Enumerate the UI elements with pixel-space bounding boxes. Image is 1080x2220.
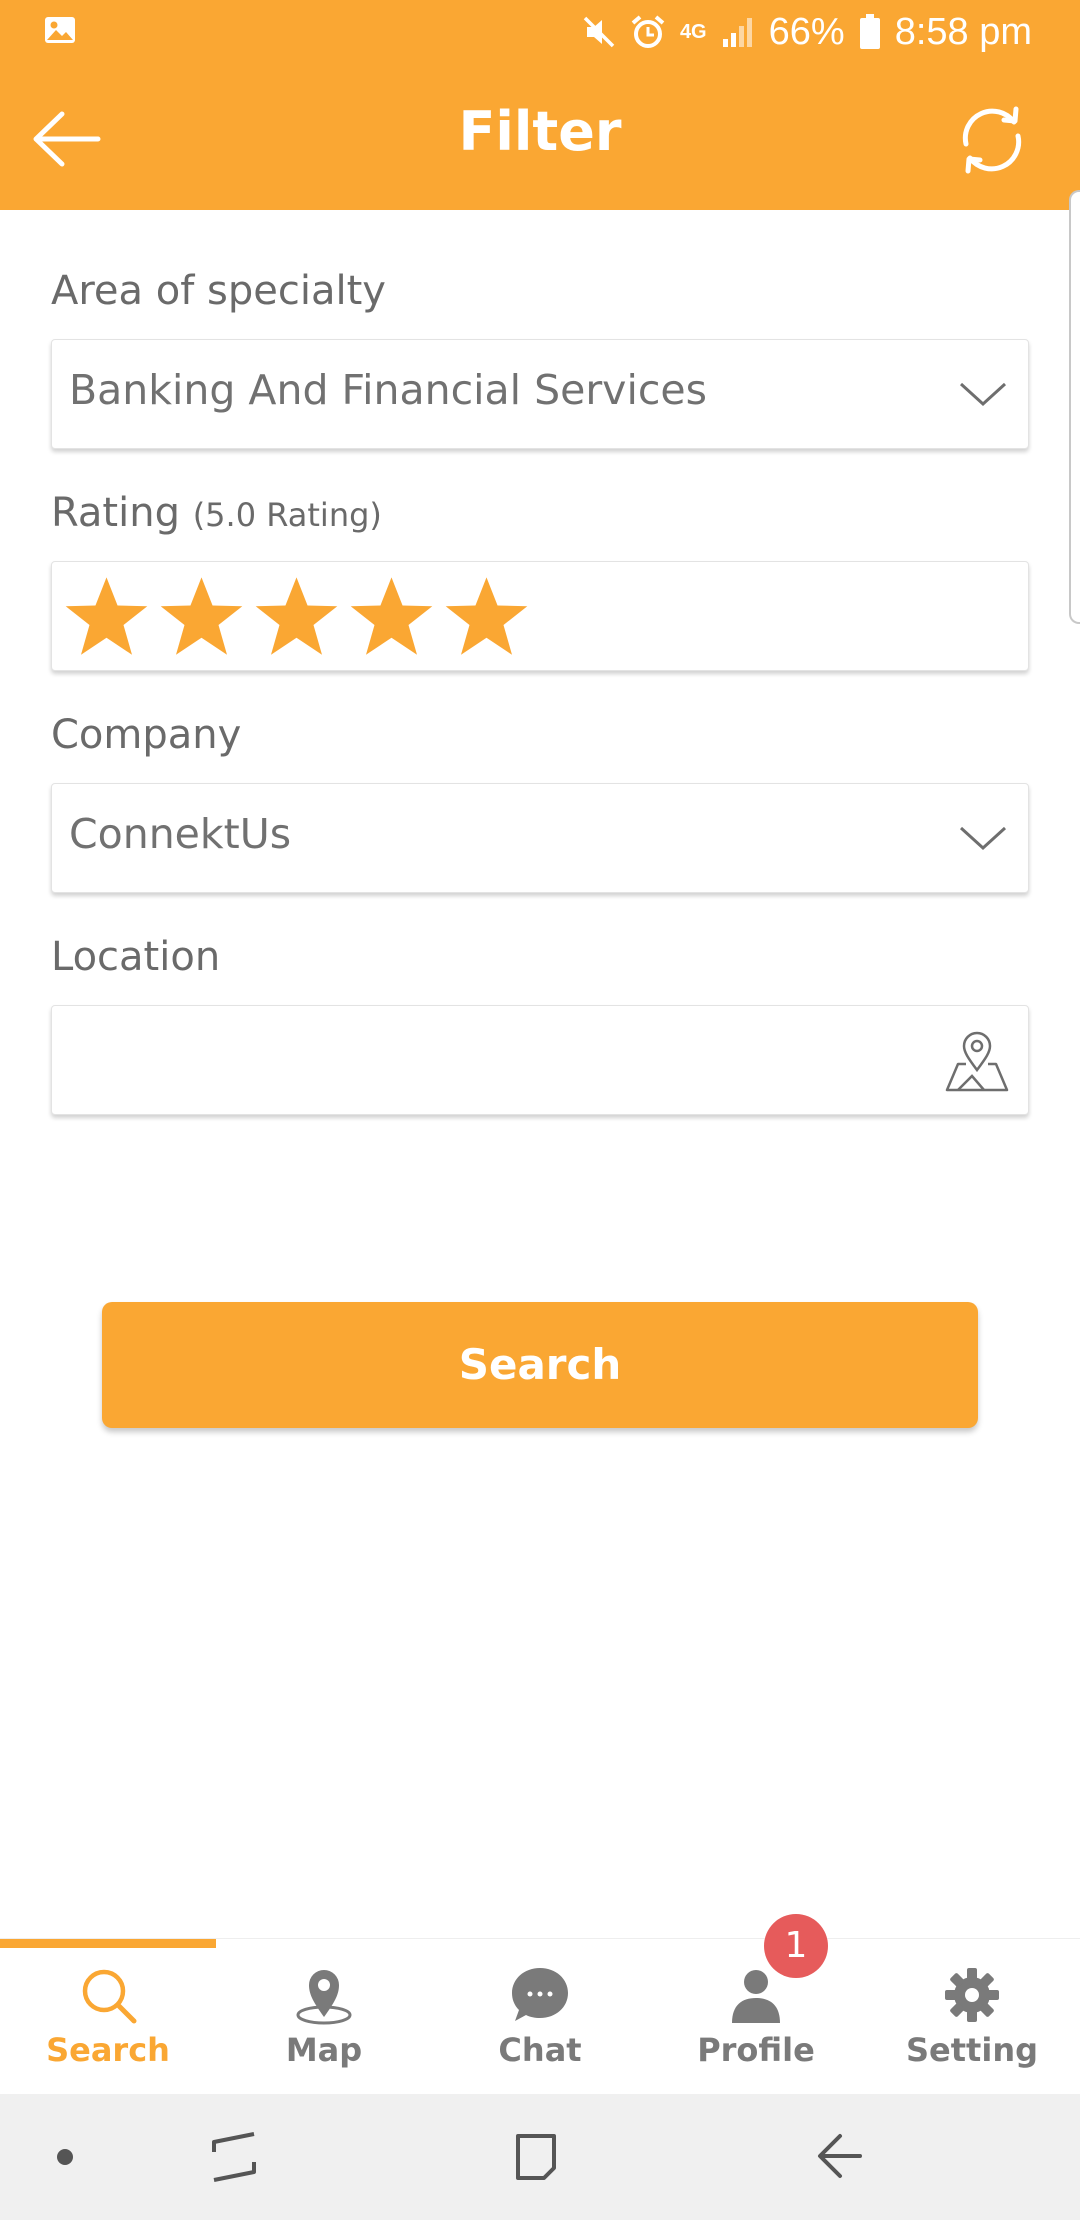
nav-item-map[interactable]: Map (216, 1939, 432, 2095)
chevron-down-icon (959, 826, 1007, 851)
status-bar: 4G 66% 8:58 pm (0, 0, 1080, 64)
home-square-icon[interactable] (512, 2130, 560, 2182)
system-nav-bar (0, 2094, 1080, 2220)
profile-notification-badge: 1 (764, 1914, 828, 1978)
star-icon[interactable] (254, 574, 339, 659)
mute-icon (583, 16, 615, 48)
nav-label-setting: Setting (906, 2031, 1038, 2069)
star-icon[interactable] (349, 574, 434, 659)
nav-label-map: Map (285, 2031, 363, 2069)
nav-item-search[interactable]: Search (0, 1939, 216, 2095)
signal-icon (722, 18, 752, 47)
rating-sublabel: (5.0 Rating) (192, 496, 382, 534)
app-header: Filter (0, 64, 1080, 210)
chat-bubble-icon (512, 1968, 568, 2021)
battery-percent: 66% (768, 10, 845, 53)
person-icon (732, 1970, 780, 2023)
company-value: ConnektUs (69, 810, 292, 858)
nav-item-profile[interactable]: Profile (648, 1939, 864, 2095)
network-type: 4G (679, 20, 707, 43)
battery-icon (859, 14, 880, 49)
nav-label-profile: Profile (697, 2031, 815, 2069)
nav-item-setting[interactable]: Setting (864, 1939, 1080, 2095)
star-rating[interactable] (64, 574, 529, 659)
rating-box (51, 561, 1029, 671)
page-title: Filter (458, 100, 622, 163)
rating-label: Rating (5.0 Rating) (51, 490, 382, 536)
nav-label-search: Search (46, 2031, 170, 2069)
company-label: Company (51, 712, 242, 758)
nav-item-chat[interactable]: Chat (432, 1939, 648, 2095)
refresh-icon[interactable] (952, 100, 1032, 180)
specialty-dropdown[interactable]: Banking And Financial Services (51, 339, 1029, 449)
specialty-value: Banking And Financial Services (69, 366, 707, 414)
scroll-edge-handle[interactable] (1069, 190, 1080, 624)
rating-label-text: Rating (51, 490, 180, 536)
chevron-down-icon (959, 382, 1007, 407)
recent-apps-icon[interactable] (210, 2130, 258, 2184)
back-nav-icon[interactable] (816, 2130, 864, 2182)
search-icon (82, 1969, 137, 2024)
star-icon[interactable] (64, 574, 149, 659)
location-map-pin-icon[interactable] (944, 1026, 1010, 1094)
star-icon[interactable] (444, 574, 529, 659)
status-indicators: 4G 66% 8:58 pm (582, 8, 1032, 56)
dot-icon[interactable] (56, 2148, 74, 2166)
map-pin-icon (296, 1970, 352, 2025)
search-button[interactable]: Search (102, 1302, 978, 1428)
gallery-notification-icon (45, 17, 75, 43)
alarm-icon (631, 15, 665, 48)
bottom-nav: Search Map Chat Profile Setting (0, 1938, 1080, 2094)
specialty-label: Area of specialty (51, 268, 386, 314)
location-field[interactable] (51, 1005, 1029, 1115)
gear-icon (945, 1968, 999, 2022)
nav-label-chat: Chat (498, 2031, 582, 2069)
star-icon[interactable] (159, 574, 244, 659)
company-dropdown[interactable]: ConnektUs (51, 783, 1029, 893)
clock: 8:58 pm (894, 10, 1032, 53)
location-label: Location (51, 934, 221, 980)
